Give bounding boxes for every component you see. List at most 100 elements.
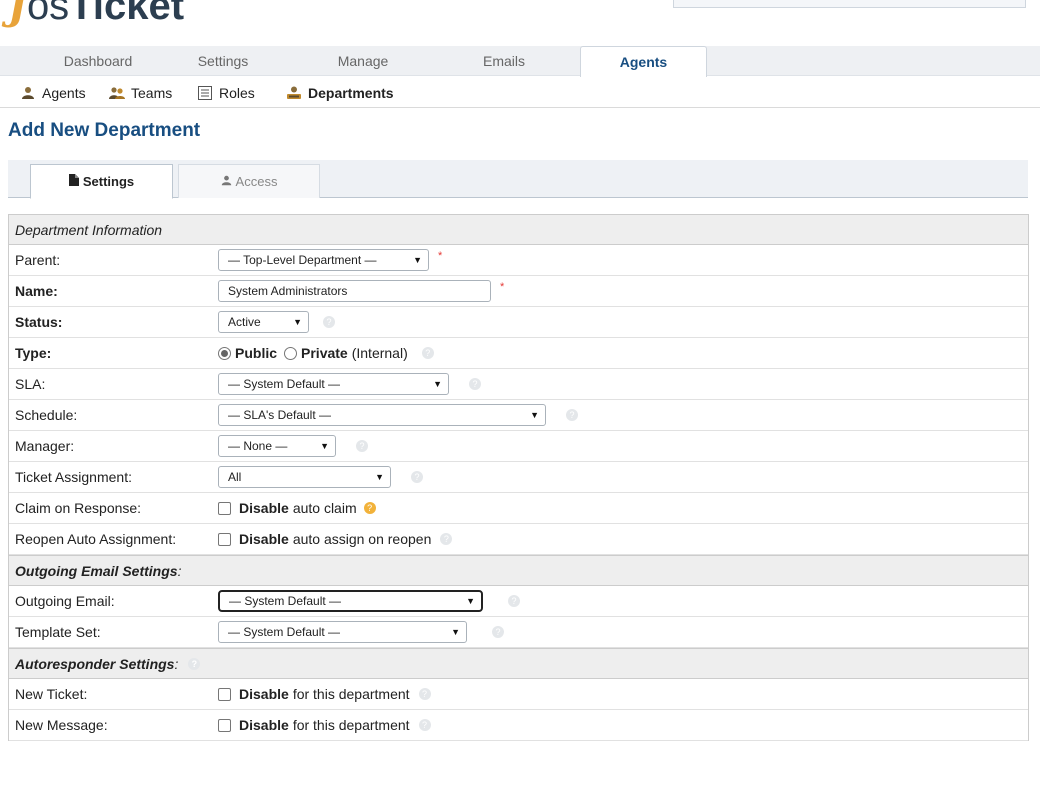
row-ticket-assignment: Ticket Assignment: All ▼ ? bbox=[9, 462, 1028, 493]
row-name: Name: System Administrators * bbox=[9, 276, 1028, 307]
section-colon: : bbox=[174, 655, 179, 672]
claim-label: Claim on Response: bbox=[15, 500, 142, 516]
reopen-strong: Disable bbox=[239, 531, 289, 547]
section-autoresponder-settings: Autoresponder Settings: ? bbox=[9, 648, 1028, 679]
help-icon[interactable]: ? bbox=[566, 409, 578, 421]
reopen-checkbox[interactable] bbox=[218, 532, 231, 546]
section-colon: : bbox=[177, 562, 182, 579]
type-public-radio[interactable] bbox=[218, 346, 231, 360]
tab-settings[interactable]: Settings bbox=[30, 164, 173, 199]
user-icon bbox=[221, 166, 232, 198]
subnav-teams[interactable]: Teams bbox=[109, 83, 172, 103]
users-icon bbox=[109, 85, 125, 101]
section-department-information: Department Information bbox=[9, 214, 1028, 245]
subnav-roles[interactable]: Roles bbox=[197, 83, 255, 103]
manager-select[interactable]: — None — ▼ bbox=[218, 435, 336, 457]
help-icon[interactable]: ? bbox=[440, 533, 453, 545]
help-icon[interactable]: ? bbox=[421, 347, 434, 359]
header-info-box bbox=[673, 0, 1026, 8]
name-input[interactable]: System Administrators bbox=[218, 280, 491, 302]
help-icon[interactable]: ? bbox=[492, 626, 504, 638]
help-icon[interactable]: ? bbox=[356, 440, 368, 452]
template-set-label: Template Set: bbox=[15, 624, 101, 640]
chevron-down-icon: ▼ bbox=[466, 596, 475, 606]
status-select[interactable]: Active ▼ bbox=[218, 311, 309, 333]
file-icon bbox=[68, 166, 79, 198]
type-label: Type: bbox=[15, 345, 52, 361]
status-select-value: Active bbox=[228, 315, 261, 329]
new-message-checkbox[interactable] bbox=[218, 718, 231, 732]
subnav-agents[interactable]: Agents bbox=[20, 83, 86, 103]
department-form: Department Information Parent: — Top-Lev… bbox=[8, 214, 1029, 741]
osticket-logo[interactable]: JosTicket bbox=[8, 0, 184, 32]
row-new-message: New Message: Disable for this department… bbox=[9, 710, 1028, 741]
sla-select-value: — System Default — bbox=[228, 377, 341, 391]
sla-select[interactable]: — System Default — ▼ bbox=[218, 373, 449, 395]
sla-label: SLA: bbox=[15, 376, 46, 392]
row-claim-on-response: Claim on Response: Disable auto claim ? bbox=[9, 493, 1028, 524]
row-new-ticket: New Ticket: Disable for this department … bbox=[9, 679, 1028, 710]
type-private-label: Private bbox=[301, 345, 348, 361]
manager-select-value: — None — bbox=[228, 439, 288, 453]
type-private-note: (Internal) bbox=[351, 345, 408, 361]
nav-tab-dashboard[interactable]: Dashboard bbox=[58, 46, 138, 76]
outgoing-email-select[interactable]: — System Default — ▼ bbox=[218, 590, 483, 612]
user-icon bbox=[20, 85, 36, 101]
parent-label: Parent: bbox=[15, 252, 61, 268]
section-label: Autoresponder Settings: ? bbox=[15, 655, 201, 672]
help-icon[interactable]: ? bbox=[418, 719, 431, 731]
claim-strong: Disable bbox=[239, 500, 289, 516]
page-title: Add New Department bbox=[8, 120, 201, 141]
type-private-radio[interactable] bbox=[284, 346, 298, 360]
ticket-assignment-label: Ticket Assignment: bbox=[15, 469, 132, 485]
new-message-text: for this department bbox=[292, 717, 410, 733]
help-icon[interactable]: ? bbox=[411, 471, 423, 483]
subnav-departments[interactable]: Departments bbox=[286, 83, 394, 103]
nav-tab-settings[interactable]: Settings bbox=[186, 46, 260, 76]
schedule-select[interactable]: — SLA's Default — ▼ bbox=[218, 404, 546, 426]
subnav-teams-label: Teams bbox=[131, 85, 173, 101]
tab-access[interactable]: Access bbox=[178, 164, 320, 198]
template-set-select-value: — System Default — bbox=[228, 625, 341, 639]
chevron-down-icon: ▼ bbox=[320, 441, 329, 451]
new-message-strong: Disable bbox=[239, 717, 289, 733]
row-status: Status: Active ▼ ? bbox=[9, 307, 1028, 338]
row-manager: Manager: — None — ▼ ? bbox=[9, 431, 1028, 462]
manager-label: Manager: bbox=[15, 438, 75, 454]
new-ticket-label: New Ticket: bbox=[15, 686, 88, 702]
template-set-select[interactable]: — System Default — ▼ bbox=[218, 621, 467, 643]
nav-tab-emails[interactable]: Emails bbox=[474, 46, 534, 76]
new-ticket-checkbox[interactable] bbox=[218, 687, 231, 701]
new-ticket-text: for this department bbox=[292, 686, 410, 702]
row-template-set: Template Set: — System Default — ▼ ? bbox=[9, 617, 1028, 648]
new-ticket-strong: Disable bbox=[239, 686, 289, 702]
chevron-down-icon: ▼ bbox=[375, 472, 384, 482]
parent-select-value: — Top-Level Department — bbox=[228, 253, 377, 267]
section-label: Outgoing Email Settings: bbox=[15, 563, 181, 579]
list-icon bbox=[197, 85, 213, 101]
help-icon[interactable]: ? bbox=[188, 657, 201, 670]
reopen-label: Reopen Auto Assignment: bbox=[15, 531, 177, 547]
section-title: Outgoing Email Settings bbox=[15, 562, 178, 579]
outgoing-email-label: Outgoing Email: bbox=[15, 593, 115, 609]
parent-select[interactable]: — Top-Level Department — ▼ bbox=[218, 249, 429, 271]
sitemap-icon bbox=[286, 85, 302, 101]
nav-tab-manage[interactable]: Manage bbox=[328, 46, 398, 76]
help-icon[interactable]: ? bbox=[363, 502, 376, 514]
required-mark: * bbox=[500, 281, 505, 293]
ticket-assignment-select[interactable]: All ▼ bbox=[218, 466, 391, 488]
nav-tab-agents[interactable]: Agents bbox=[580, 46, 707, 77]
claim-checkbox[interactable] bbox=[218, 501, 231, 515]
claim-text: auto claim bbox=[292, 500, 357, 516]
help-icon[interactable]: ? bbox=[508, 595, 520, 607]
help-icon[interactable]: ? bbox=[418, 688, 431, 700]
chevron-down-icon: ▼ bbox=[413, 255, 422, 265]
help-icon[interactable]: ? bbox=[469, 378, 481, 390]
new-message-label: New Message: bbox=[15, 717, 108, 733]
reopen-text: auto assign on reopen bbox=[292, 531, 432, 547]
header: JosTicket bbox=[0, 0, 1040, 46]
help-icon[interactable]: ? bbox=[323, 316, 335, 328]
chevron-down-icon: ▼ bbox=[451, 627, 460, 637]
chevron-down-icon: ▼ bbox=[433, 379, 442, 389]
section-label: Department Information bbox=[15, 221, 163, 238]
